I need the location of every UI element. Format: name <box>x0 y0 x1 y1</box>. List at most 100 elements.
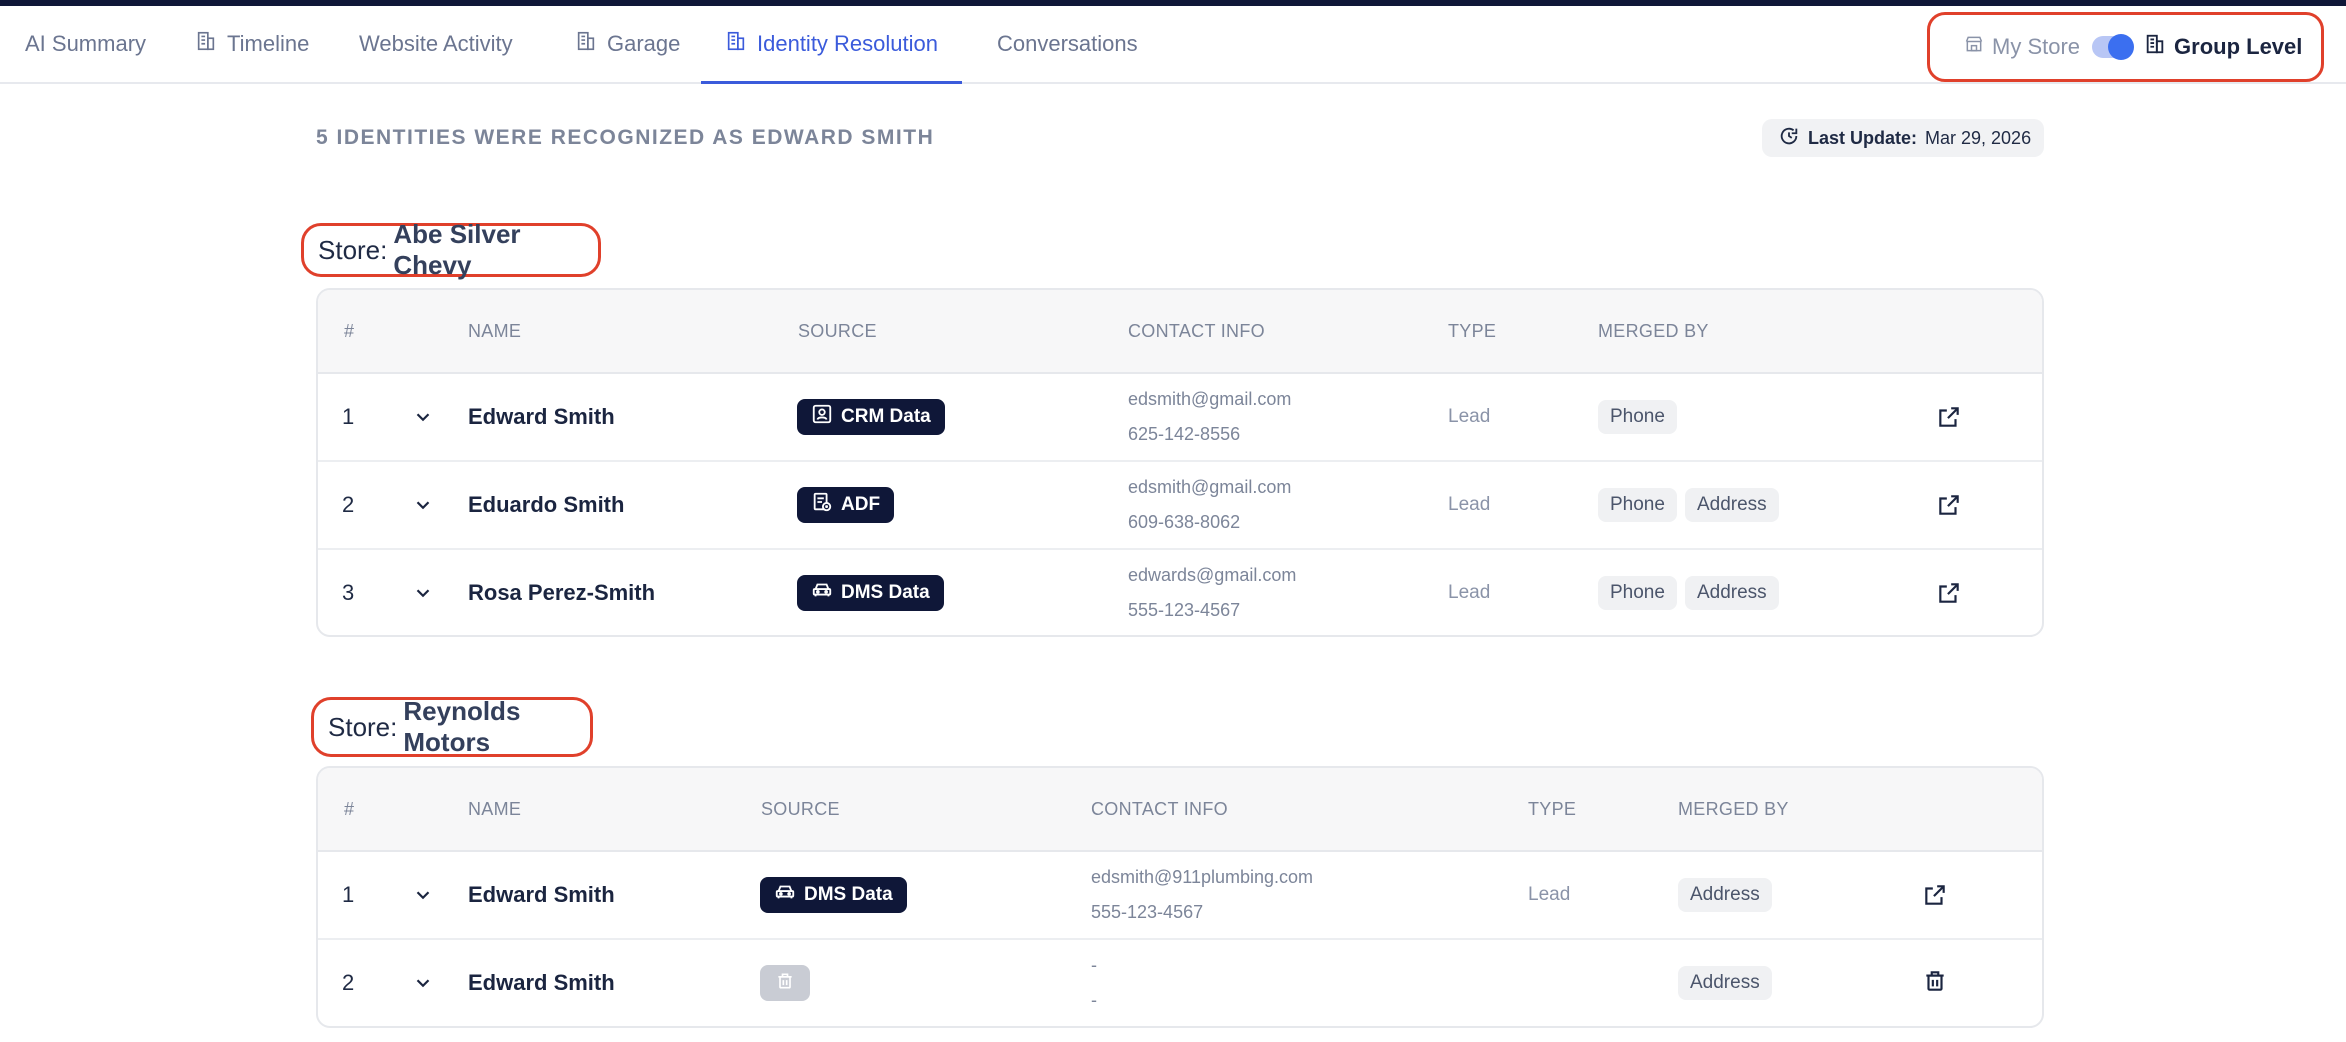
source-label: DMS Data <box>841 582 930 603</box>
table-row: 1 Edward Smith CRM Data edsmith@gmail.co… <box>318 374 2042 462</box>
identity-name: Rosa Perez-Smith <box>468 580 656 605</box>
row-number: 2 <box>342 492 355 517</box>
tab-garage[interactable]: Garage <box>575 6 680 82</box>
external-link-icon[interactable] <box>1936 374 1962 460</box>
external-link-icon[interactable] <box>1936 462 1962 548</box>
contact-info: edwards@gmail.com 555-123-4567 <box>1128 550 1297 635</box>
identity-type: Lead <box>1448 582 1491 603</box>
merged-by-pill: Address <box>1678 966 1772 1000</box>
merged-by: Phone Address <box>1598 462 1787 548</box>
building-icon <box>2144 33 2166 61</box>
col-type: TYPE <box>1448 320 1497 341</box>
identity-table: # NAME SOURCE CONTACT INFO TYPE MERGED B… <box>316 766 2044 1028</box>
identity-name: Edward Smith <box>468 882 615 907</box>
table-header: # NAME SOURCE CONTACT INFO TYPE MERGED B… <box>318 768 2042 852</box>
external-link-icon[interactable] <box>1922 852 1948 938</box>
source-badge: DMS Data <box>760 877 907 913</box>
group-level-label: Group Level <box>2174 34 2303 59</box>
col-merged-by: MERGED BY <box>1598 320 1709 341</box>
last-update-value: Mar 29, 2026 <box>1925 127 2032 148</box>
car-icon <box>774 881 796 909</box>
contact-phone: 609-638-8062 <box>1128 512 1241 532</box>
store-name: Reynolds Motors <box>403 696 521 757</box>
col-type: TYPE <box>1528 798 1577 819</box>
tab-label: AI Summary <box>25 31 147 56</box>
source-label: CRM Data <box>841 406 931 427</box>
source-badge: DMS Data <box>797 575 944 611</box>
switch-knob <box>2108 34 2135 60</box>
identity-type: Lead <box>1448 494 1491 515</box>
contact-info: edsmith@gmail.com 609-638-8062 <box>1128 462 1291 548</box>
table-row: 2 Eduardo Smith ADF edsmith@gmail.com 60… <box>318 462 2042 550</box>
contact-info: - - <box>1091 940 1097 1026</box>
tab-timeline[interactable]: Timeline <box>195 6 309 82</box>
source-badge: CRM Data <box>797 399 945 435</box>
col-contact: CONTACT INFO <box>1091 798 1228 819</box>
merged-by: Phone <box>1598 374 1685 460</box>
merged-by-pill: Address <box>1684 488 1779 522</box>
tab-bar: AI Summary Timeline Website Activity Gar… <box>0 6 2346 84</box>
building-icon <box>575 30 597 58</box>
tab-ai-summary[interactable]: AI Summary <box>25 6 146 82</box>
page-heading: 5 IDENTITIES WERE RECOGNIZED AS EDWARD S… <box>316 126 935 149</box>
merged-by-pill: Phone <box>1598 488 1677 522</box>
store-icon <box>1964 34 1984 60</box>
trash-icon[interactable] <box>1922 968 1948 999</box>
col-num: # <box>344 798 355 819</box>
identity-name: Edward Smith <box>468 970 615 995</box>
col-name: NAME <box>468 320 522 341</box>
row-number: 2 <box>342 970 355 995</box>
contact-email: edwards@gmail.com <box>1128 565 1297 585</box>
my-store-option[interactable]: My Store <box>1964 34 2080 60</box>
identity-name: Edward Smith <box>468 404 615 429</box>
car-icon <box>811 579 833 607</box>
tab-conversations[interactable]: Conversations <box>997 6 1138 82</box>
chevron-down-icon[interactable] <box>412 852 434 938</box>
tab-website-activity[interactable]: Website Activity <box>359 6 513 82</box>
table-row: 1 Edward Smith DMS Data edsmith@911plumb… <box>318 852 2042 940</box>
store-title: Store: Reynolds Motors <box>311 696 593 757</box>
tab-identity-resolution[interactable]: Identity Resolution <box>701 6 962 84</box>
last-update-badge: Last Update: Mar 29, 2026 <box>1762 119 2044 157</box>
store-prefix: Store: <box>328 711 398 742</box>
chevron-down-icon[interactable] <box>412 550 434 635</box>
table-row: 3 Rosa Perez-Smith DMS Data edwards@gmai… <box>318 550 2042 635</box>
identity-type: Lead <box>1448 406 1491 427</box>
last-update-label: Last Update: <box>1808 127 1918 148</box>
merged-by-pill: Phone <box>1598 576 1677 610</box>
contact-card-icon <box>811 403 833 431</box>
source-label: DMS Data <box>804 884 893 905</box>
group-level-option[interactable]: Group Level <box>2144 33 2302 61</box>
store-name: Abe Silver Chevy <box>393 219 521 280</box>
building-icon <box>725 30 747 58</box>
chevron-down-icon[interactable] <box>412 462 434 548</box>
row-number: 1 <box>342 404 355 429</box>
identity-type: Lead <box>1528 884 1571 905</box>
merged-by: Address <box>1678 852 1780 938</box>
chevron-down-icon[interactable] <box>412 940 434 1026</box>
contact-phone: 555-123-4567 <box>1091 902 1204 922</box>
identity-table: # NAME SOURCE CONTACT INFO TYPE MERGED B… <box>316 288 2044 637</box>
chevron-down-icon[interactable] <box>412 374 434 460</box>
col-num: # <box>344 320 355 341</box>
contact-email: edsmith@gmail.com <box>1128 477 1292 497</box>
delete-button[interactable] <box>1922 940 1948 1026</box>
my-store-label: My Store <box>1992 34 2081 59</box>
col-contact: CONTACT INFO <box>1128 320 1265 341</box>
scope-toggle: My Store Group Level <box>1927 12 2324 82</box>
merged-by-pill: Address <box>1684 576 1779 610</box>
row-number: 1 <box>342 882 355 907</box>
col-source: SOURCE <box>761 798 840 819</box>
merged-by-pill: Address <box>1678 878 1772 912</box>
scope-switch[interactable] <box>2092 34 2135 60</box>
external-link-icon[interactable] <box>1936 550 1962 635</box>
source-label: ADF <box>841 494 881 515</box>
contact-phone: 625-142-8556 <box>1128 424 1241 444</box>
source-badge-empty <box>760 965 810 1001</box>
tab-label: Identity Resolution <box>757 31 938 56</box>
table-header: # NAME SOURCE CONTACT INFO TYPE MERGED B… <box>318 290 2042 374</box>
col-name: NAME <box>468 798 522 819</box>
store-prefix: Store: <box>318 234 388 265</box>
identity-name: Eduardo Smith <box>468 492 625 517</box>
building-icon <box>195 30 217 58</box>
